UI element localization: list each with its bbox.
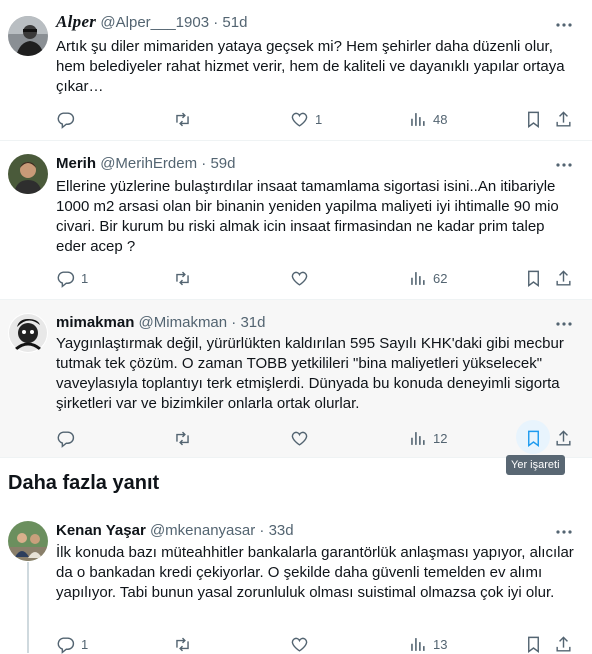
view-count: 12 <box>433 430 448 446</box>
timestamp[interactable]: 33d <box>269 522 294 539</box>
share-button[interactable] <box>554 268 573 288</box>
bookmark-tooltip: Yer işareti <box>506 455 565 475</box>
more-icon[interactable] <box>554 15 574 35</box>
view-count: 13 <box>433 636 448 652</box>
bookmark-button[interactable] <box>524 634 543 654</box>
repost-button[interactable] <box>173 634 198 654</box>
like-button[interactable] <box>290 268 315 288</box>
like-button[interactable] <box>290 428 315 448</box>
reply-button[interactable]: 1 <box>56 634 88 654</box>
separator: · <box>201 155 207 172</box>
bookmark-icon <box>524 269 543 288</box>
avatar[interactable] <box>8 313 48 353</box>
reply-count: 1 <box>81 270 89 286</box>
bookmark-button[interactable] <box>516 420 550 454</box>
views-button[interactable]: 12 <box>408 428 447 448</box>
bookmark-icon <box>524 110 543 129</box>
heart-icon <box>290 429 309 448</box>
timestamp[interactable]: 59d <box>210 155 235 172</box>
action-bar: 1 13 <box>56 634 582 654</box>
repost-button[interactable] <box>173 428 198 448</box>
bookmark-button[interactable] <box>524 268 543 288</box>
share-icon <box>554 269 573 288</box>
action-bar: 12 <box>56 420 582 454</box>
author-handle[interactable]: @Alper___1903 <box>100 14 209 31</box>
tweet-text: Artık şu diler mimariden yataya geçsek m… <box>56 38 565 95</box>
analytics-icon <box>408 635 427 654</box>
author-handle[interactable]: @MerihErdem <box>100 155 197 172</box>
bookmark-button[interactable] <box>524 109 543 129</box>
share-button[interactable] <box>554 634 573 654</box>
analytics-icon <box>408 429 427 448</box>
share-icon <box>554 110 573 129</box>
repost-icon <box>173 269 192 288</box>
heart-icon <box>290 110 309 129</box>
like-count: 1 <box>315 111 323 127</box>
reply-icon <box>56 635 75 654</box>
author-name[interactable]: Merih <box>56 155 96 172</box>
separator: · <box>213 14 219 31</box>
reply-tweet[interactable]: Kenan Yaşar @mkenanyasar · 33d İlk konud… <box>0 508 592 654</box>
tweet-text: Yaygınlaştırmak değil, yürürlükten kaldı… <box>56 335 564 412</box>
author-name[interactable]: Kenan Yaşar <box>56 522 146 539</box>
reply-button[interactable] <box>56 428 81 448</box>
author-handle[interactable]: @mkenanyasar <box>150 522 255 539</box>
reply-button[interactable] <box>56 109 81 129</box>
more-icon[interactable] <box>554 522 574 542</box>
view-count: 48 <box>433 111 448 127</box>
avatar[interactable] <box>8 154 48 194</box>
timestamp[interactable]: 31d <box>240 314 265 331</box>
separator: · <box>259 522 265 539</box>
reply-tweet[interactable]: Alper @Alper___1903 · 51d Artık şu diler… <box>0 0 592 141</box>
avatar[interactable] <box>8 16 48 56</box>
like-button[interactable]: 1 <box>290 109 322 129</box>
action-bar: 1 48 <box>56 109 582 129</box>
share-button[interactable] <box>554 109 573 129</box>
reply-count: 1 <box>81 636 89 652</box>
thread-line <box>27 562 29 653</box>
heart-icon <box>290 635 309 654</box>
views-button[interactable]: 62 <box>408 268 447 288</box>
heart-icon <box>290 269 309 288</box>
like-button[interactable] <box>290 634 315 654</box>
reply-button[interactable]: 1 <box>56 268 88 288</box>
author-handle[interactable]: @Mimakman <box>139 314 228 331</box>
more-replies-heading: Daha fazla yanıt <box>8 472 160 494</box>
repost-button[interactable] <box>173 268 198 288</box>
tweet-text: Ellerine yüzlerine bulaştırdılar insaat … <box>56 178 559 255</box>
reply-tweet[interactable]: Merih @MerihErdem · 59d Ellerine yüzleri… <box>0 141 592 300</box>
separator: · <box>231 314 237 331</box>
reply-icon <box>56 429 75 448</box>
action-bar: 1 62 <box>56 268 582 288</box>
more-icon[interactable] <box>554 155 574 175</box>
repost-icon <box>173 110 192 129</box>
repost-button[interactable] <box>173 109 198 129</box>
share-button[interactable] <box>554 428 573 448</box>
bookmark-icon <box>524 429 543 448</box>
analytics-icon <box>408 110 427 129</box>
views-button[interactable]: 13 <box>408 634 447 654</box>
reply-icon <box>56 110 75 129</box>
repost-icon <box>173 635 192 654</box>
bookmark-icon <box>524 635 543 654</box>
reply-tweet[interactable]: mimakman @Mimakman · 31d Yaygınlaştırmak… <box>0 300 592 458</box>
tweet-text: İlk konuda bazı müteahhitler bankalarla … <box>56 544 574 601</box>
share-icon <box>554 635 573 654</box>
avatar[interactable] <box>8 521 48 561</box>
timestamp[interactable]: 51d <box>222 14 247 31</box>
share-icon <box>554 429 573 448</box>
author-name[interactable]: Alper <box>56 12 96 31</box>
author-name[interactable]: mimakman <box>56 314 134 331</box>
view-count: 62 <box>433 270 448 286</box>
repost-icon <box>173 429 192 448</box>
views-button[interactable]: 48 <box>408 109 447 129</box>
reply-icon <box>56 269 75 288</box>
analytics-icon <box>408 269 427 288</box>
more-icon[interactable] <box>554 314 574 334</box>
